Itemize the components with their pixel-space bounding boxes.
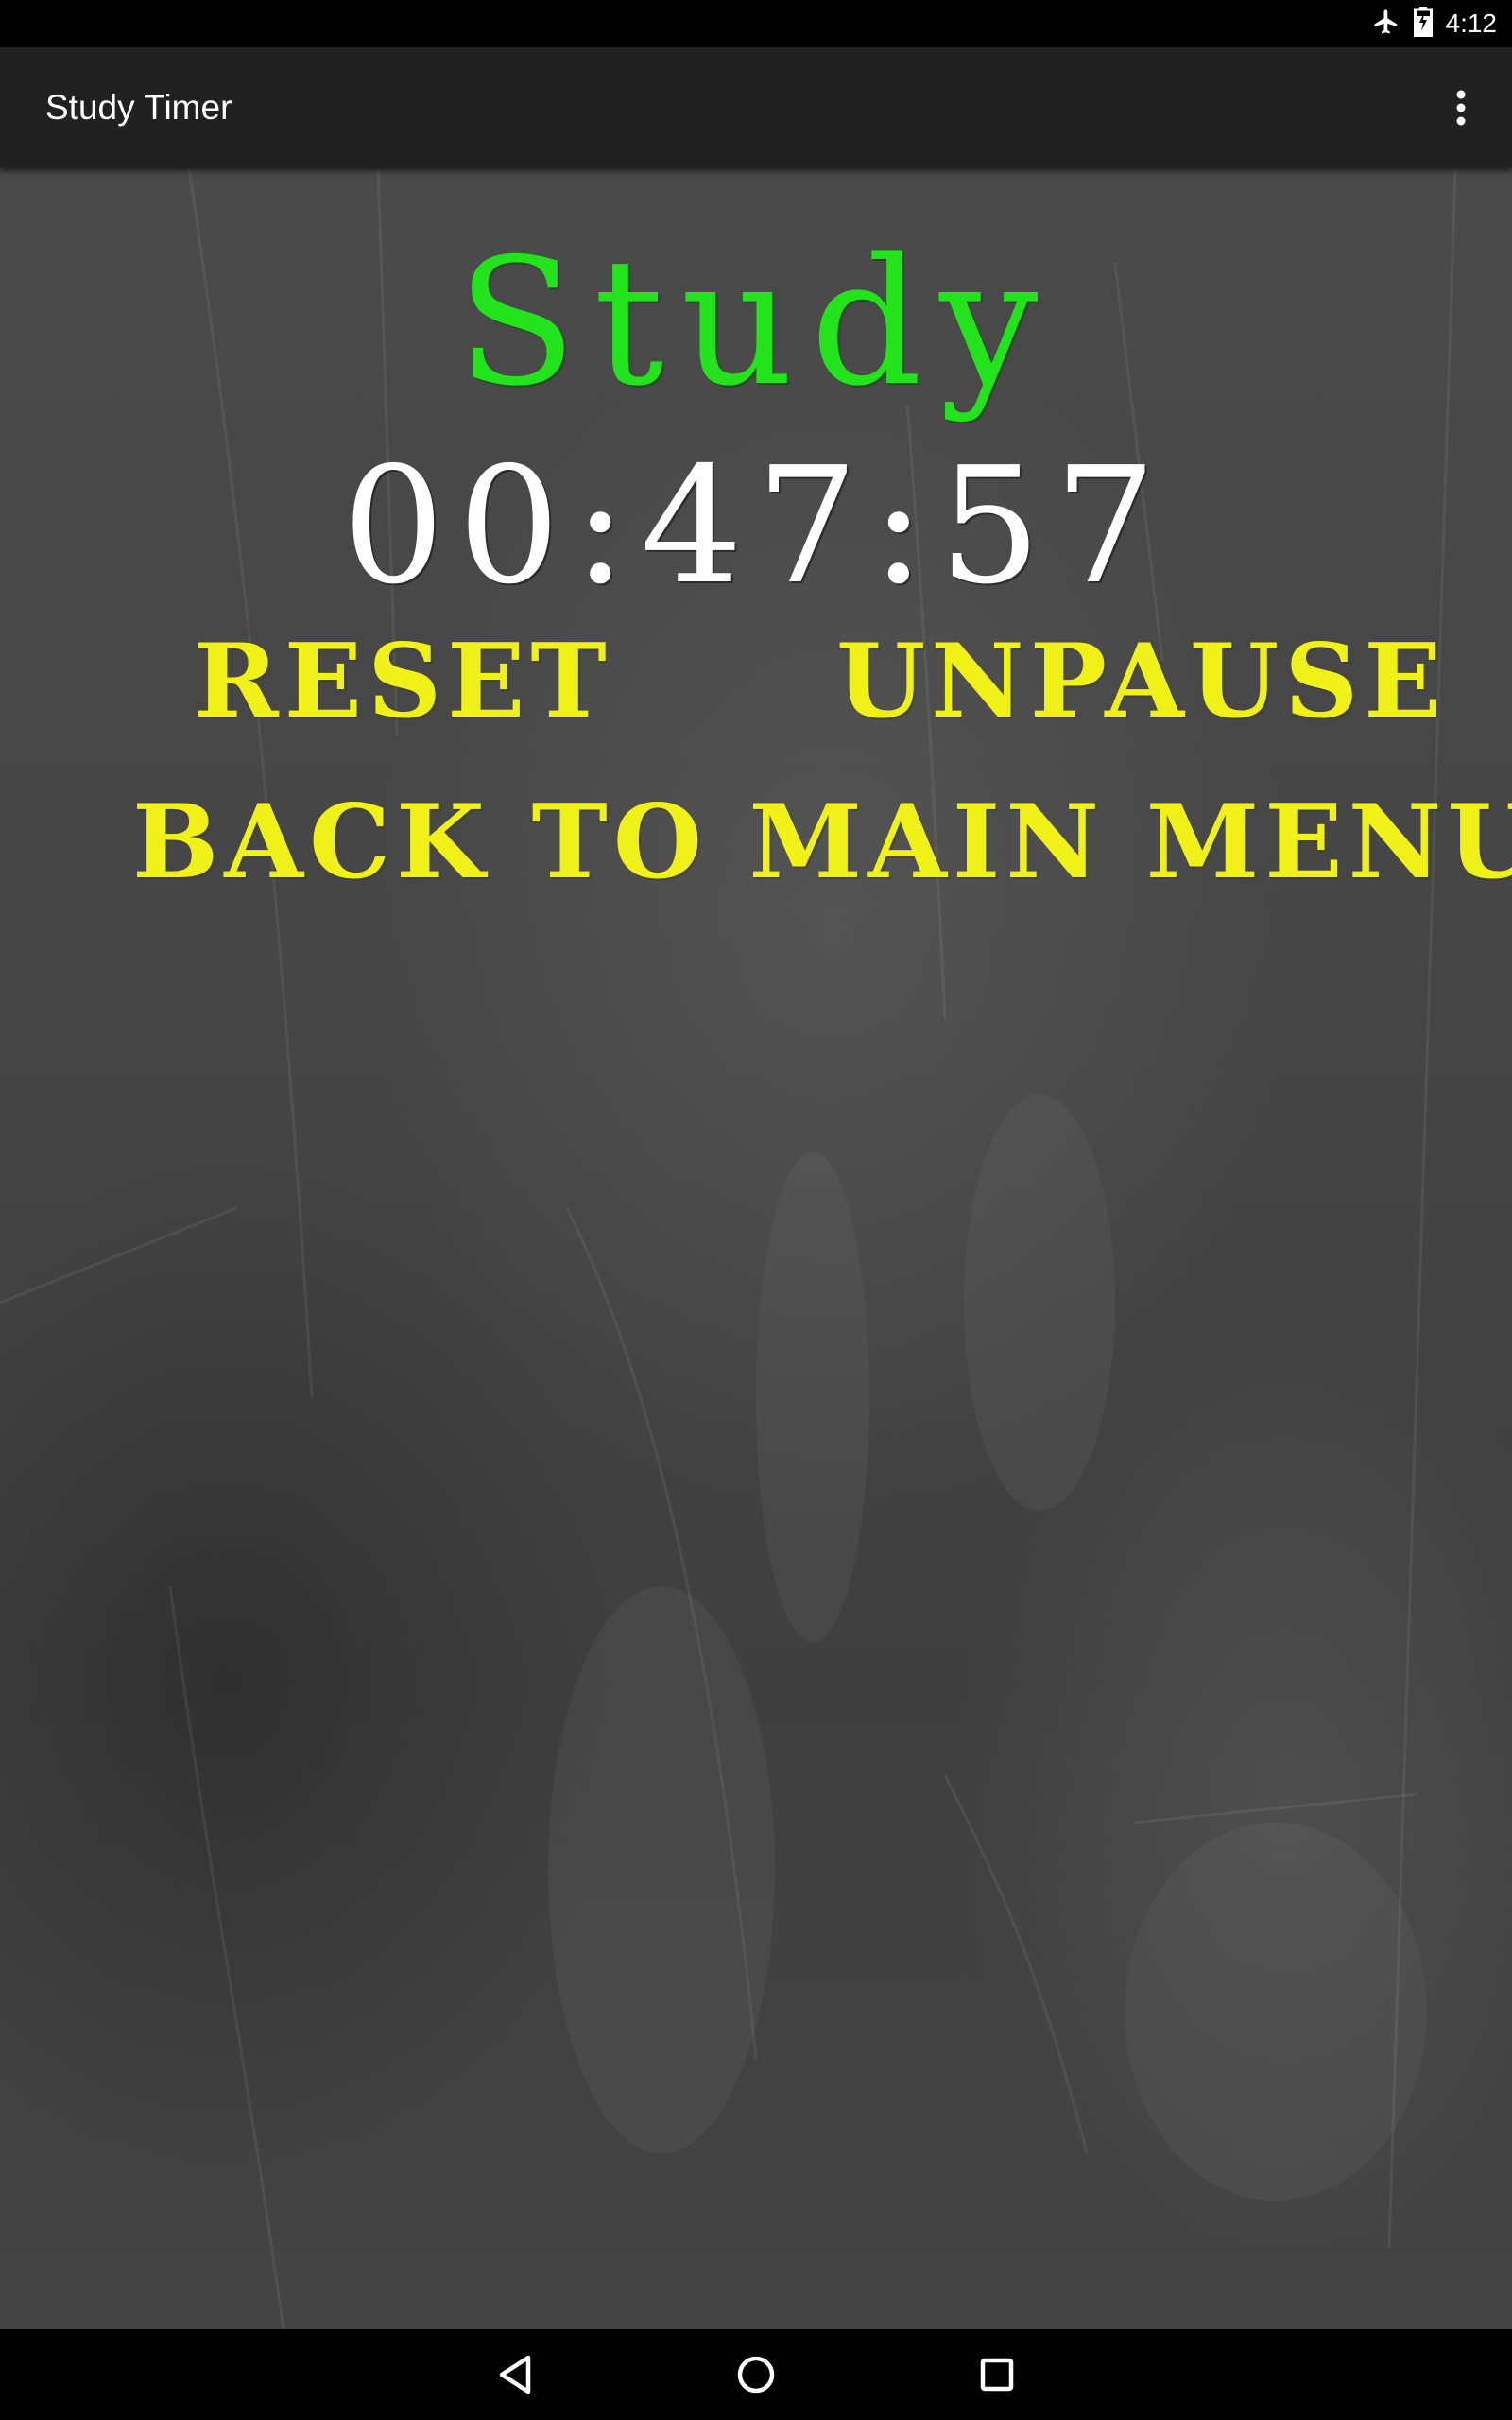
battery-icon (1413, 6, 1433, 42)
chalkboard-background: Study 00:47:57 RESET UNPAUSE BACK TO MAI… (0, 168, 1512, 2329)
reset-button[interactable]: RESET (194, 622, 607, 741)
nav-back-button[interactable] (487, 2346, 543, 2403)
status-icons: 4:12 (1372, 0, 1498, 47)
back-to-main-menu-button[interactable]: BACK TO MAIN MENU (132, 783, 1512, 902)
airplane-mode-icon (1372, 8, 1400, 41)
nav-recents-button[interactable] (969, 2346, 1025, 2403)
home-icon (737, 2356, 775, 2394)
overflow-menu-button[interactable] (1423, 70, 1499, 146)
app-title: Study Timer (45, 88, 232, 127)
recents-icon (980, 2358, 1014, 2392)
status-time: 4:12 (1445, 9, 1498, 38)
unpause-button[interactable]: UNPAUSE (836, 622, 1442, 741)
back-icon (499, 2355, 531, 2394)
nav-home-button[interactable] (728, 2346, 784, 2403)
app-bar: Study Timer (0, 47, 1512, 168)
mode-label: Study (456, 220, 1056, 424)
navigation-bar (0, 2329, 1512, 2420)
status-bar: 4:12 (0, 0, 1512, 47)
more-vert-icon (1456, 90, 1466, 126)
screen: 4:12 Study Timer Study 00:47:57 RESET UN… (0, 0, 1512, 2420)
timer-display: 00:47:57 (342, 433, 1170, 620)
